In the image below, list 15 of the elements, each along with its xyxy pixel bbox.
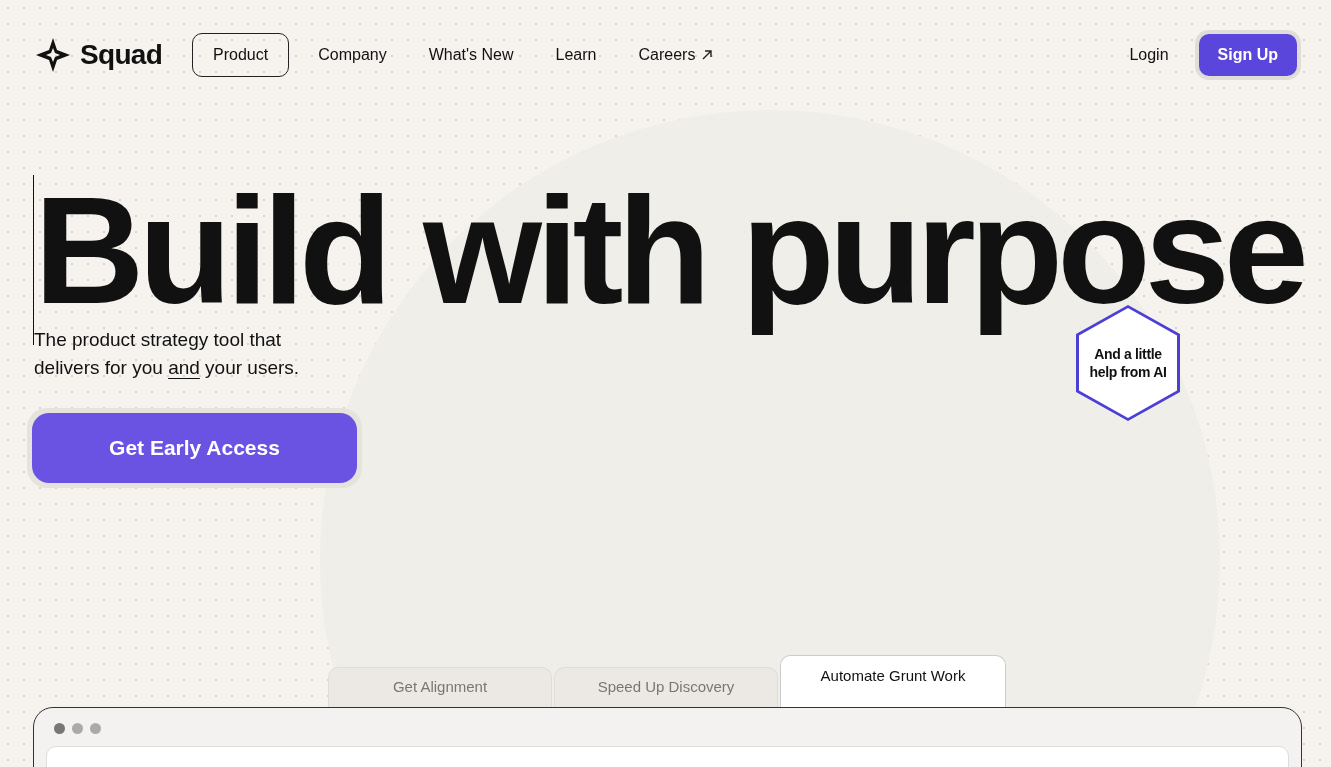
- login-link[interactable]: Login: [1129, 43, 1169, 67]
- get-early-access-button[interactable]: Get Early Access: [32, 412, 357, 483]
- badge-text: And a little help from AI: [1088, 345, 1168, 381]
- nav-link[interactable]: Company: [301, 33, 404, 77]
- nav-link[interactable]: Learn: [538, 33, 614, 77]
- feature-tab[interactable]: Speed Up Discovery: [554, 667, 778, 707]
- nav-link[interactable]: Product: [192, 33, 290, 77]
- logo-text[interactable]: Squad: [80, 34, 163, 76]
- feature-tab[interactable]: Automate Grunt Work: [780, 655, 1006, 707]
- logo-icon: [34, 36, 72, 74]
- arrow-icon: [701, 49, 714, 61]
- subtitle: The product strategy tool that delivers for you and your users.: [34, 327, 301, 380]
- feature-tab[interactable]: Get Alignment: [328, 667, 552, 707]
- nav-link[interactable]: What's New: [411, 33, 531, 77]
- nav-link[interactable]: Careers: [621, 33, 731, 77]
